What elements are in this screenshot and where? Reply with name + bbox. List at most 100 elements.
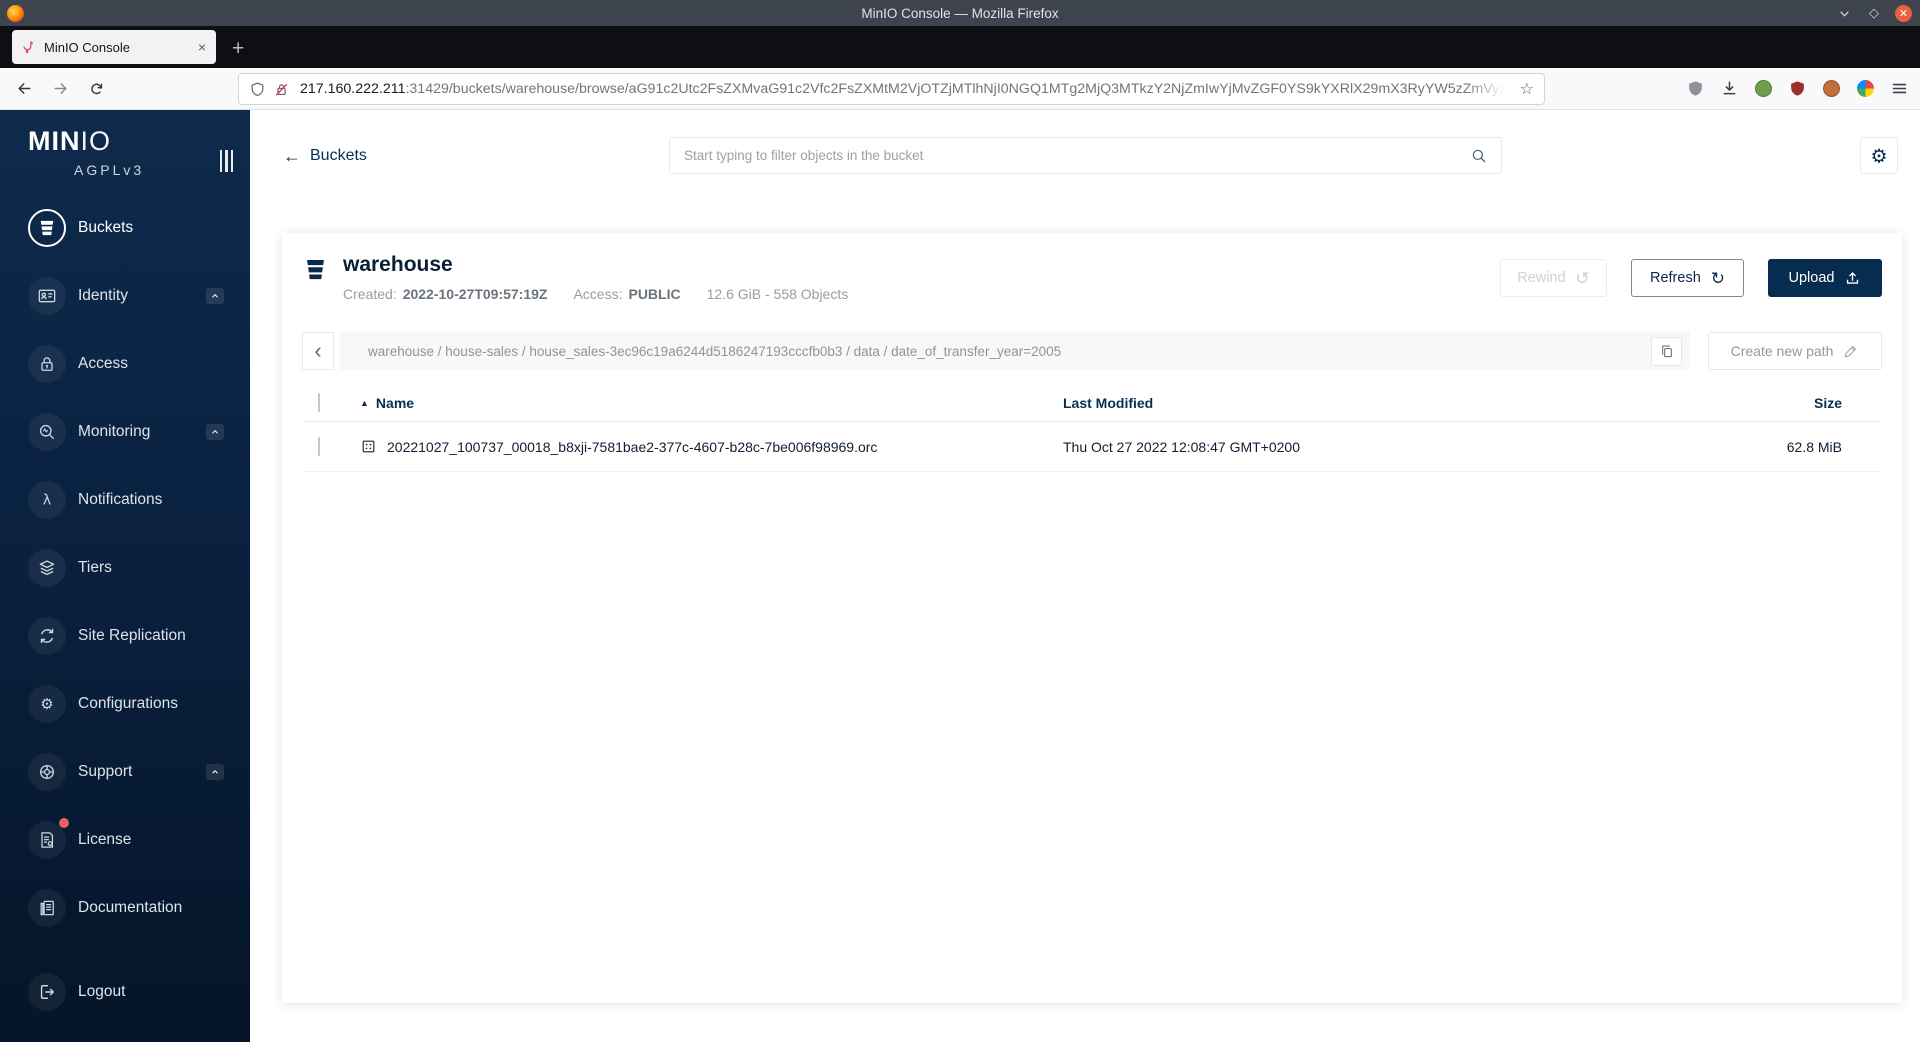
notification-badge [59,818,69,828]
notifications-icon: λ [37,490,57,510]
sidebar-item-documentation[interactable]: Documentation [0,874,250,942]
sidebar-item-label: Identity [78,287,128,304]
page-header: ← Buckets ⚙ [250,110,1920,202]
sidebar-item-site-replication[interactable]: Site Replication [0,602,250,670]
window-minimize-icon[interactable] [1835,4,1853,22]
tiers-icon [37,558,57,578]
tab-title: MinIO Console [44,39,130,55]
sidebar-item-label: Monitoring [78,423,151,440]
downloads-icon[interactable] [1719,78,1740,99]
chevron-up-icon[interactable] [206,764,224,780]
search-icon [1470,147,1488,165]
sidebar-icon-circle [28,277,66,315]
sidebar-item-tiers[interactable]: Tiers [0,534,250,602]
search-input[interactable] [670,138,1470,173]
extension-pinwheel-icon[interactable] [1855,78,1876,99]
column-header-last-modified[interactable]: Last Modified [1063,395,1662,411]
sidebar-item-access[interactable]: Access [0,330,250,398]
back-label: Buckets [310,147,367,164]
copy-icon [1659,343,1675,359]
sidebar-collapse-icon[interactable] [219,150,233,172]
bucket-usage-summary: 12.6 GiB - 558 Objects [706,286,849,302]
rewind-button[interactable]: Rewind ↺ [1500,259,1607,297]
bookmark-star-icon[interactable]: ☆ [1520,79,1534,99]
url-bar[interactable]: 217.160.222.211:31429/buckets/warehouse/… [238,73,1545,105]
back-button[interactable] [10,75,38,103]
back-to-buckets-link[interactable]: ← Buckets [283,147,367,165]
refresh-button[interactable]: Refresh ↻ [1631,259,1744,297]
sidebar-icon-circle [28,617,66,655]
object-table-body: 20221027_100737_00018_b8xji-7581bae2-377… [302,422,1882,472]
sidebar-icon-circle [28,209,66,247]
create-path-icon [1843,343,1859,359]
tracking-shield-icon[interactable] [249,81,266,98]
url-text[interactable]: 217.160.222.211:31429/buckets/warehouse/… [300,81,1512,97]
minio-flamingo-favicon [20,39,36,55]
reload-button[interactable] [82,75,110,103]
sidebar-icon-circle [28,345,66,383]
object-file-icon [360,438,377,455]
refresh-icon: ↻ [1710,268,1726,288]
extension-icon-orange[interactable] [1821,78,1842,99]
forward-button[interactable] [46,75,74,103]
object-last-modified: Thu Oct 27 2022 12:08:47 GMT+0200 [1063,438,1300,455]
chevron-up-icon[interactable] [206,288,224,304]
window-maximize-icon[interactable]: ◇ [1865,4,1883,22]
object-name[interactable]: 20221027_100737_00018_b8xji-7581bae2-377… [387,439,877,455]
sidebar-item-label: License [78,831,132,848]
breadcrumb-path[interactable]: warehouse / house-sales / house_sales-3e… [368,344,1061,359]
sidebar-icon-circle: λ [28,481,66,519]
chevron-up-icon[interactable] [206,424,224,440]
copy-path-button[interactable] [1651,336,1682,366]
bucket-metadata: Created: 2022-10-27T09:57:19Z Access: PU… [343,286,848,302]
window-title: MinIO Console — Mozilla Firefox [861,5,1059,21]
sidebar-icon-circle [28,889,66,927]
menu-icon[interactable] [1889,78,1910,99]
table-row[interactable]: 20221027_100737_00018_b8xji-7581bae2-377… [302,422,1882,472]
identity-icon [37,286,57,306]
column-header-name[interactable]: Name [376,395,414,411]
sidebar-item-identity[interactable]: Identity [0,262,250,330]
bucket-settings-button[interactable]: ⚙ [1860,137,1898,174]
sort-asc-icon[interactable]: ▲ [360,398,369,408]
select-all-checkbox[interactable] [318,392,320,412]
minio-logo: MINIO [28,126,112,156]
browser-tab-minio-console[interactable]: MinIO Console × [12,30,216,64]
path-back-button[interactable]: ‹ [302,332,334,370]
row-checkbox[interactable] [318,436,320,456]
sidebar-item-monitoring[interactable]: Monitoring [0,398,250,466]
upload-icon [1844,270,1861,287]
column-header-size[interactable]: Size [1814,395,1882,411]
insecure-connection-icon[interactable] [273,81,290,98]
navigation-toolbar: 217.160.222.211:31429/buckets/warehouse/… [0,68,1920,110]
sidebar-icon-circle [28,753,66,791]
sidebar-item-label: Buckets [78,219,134,236]
ublock-shield-icon[interactable] [1787,78,1808,99]
title-bar: MinIO Console — Mozilla Firefox ◇ ✕ [0,0,1920,26]
object-size: 62.8 MiB [1786,438,1842,455]
sidebar-item-notifications[interactable]: λ Notifications [0,466,250,534]
sidebar-item-buckets[interactable]: Buckets [0,194,250,262]
upload-button[interactable]: Upload [1768,259,1882,297]
logout-icon [37,982,57,1002]
sidebar-item-license[interactable]: License [0,806,250,874]
main-content: ← Buckets ⚙ [250,110,1920,1042]
sidebar-item-configurations[interactable]: ⚙ Configurations [0,670,250,738]
create-new-path-button[interactable]: Create new path [1708,332,1882,370]
sidebar-item-label: Access [78,355,128,372]
object-filter-searchbox [669,137,1502,174]
sidebar-item-label: Documentation [78,899,183,916]
svg-text:⚙: ⚙ [1870,145,1887,167]
new-tab-button[interactable]: + [232,38,244,59]
access-icon [37,354,57,374]
sidebar-item-support[interactable]: Support [0,738,250,806]
sidebar-item-logout[interactable]: Logout [0,958,250,1026]
buckets-icon [37,218,57,238]
window-close-icon[interactable]: ✕ [1895,4,1912,22]
sidebar-item-label: Logout [78,983,126,1000]
site-replication-icon [37,626,57,646]
extension-icon-green[interactable] [1753,78,1774,99]
breadcrumb: warehouse / house-sales / house_sales-3e… [340,332,1690,370]
tab-close-icon[interactable]: × [196,39,208,55]
extension-shield-icon[interactable] [1685,78,1706,99]
